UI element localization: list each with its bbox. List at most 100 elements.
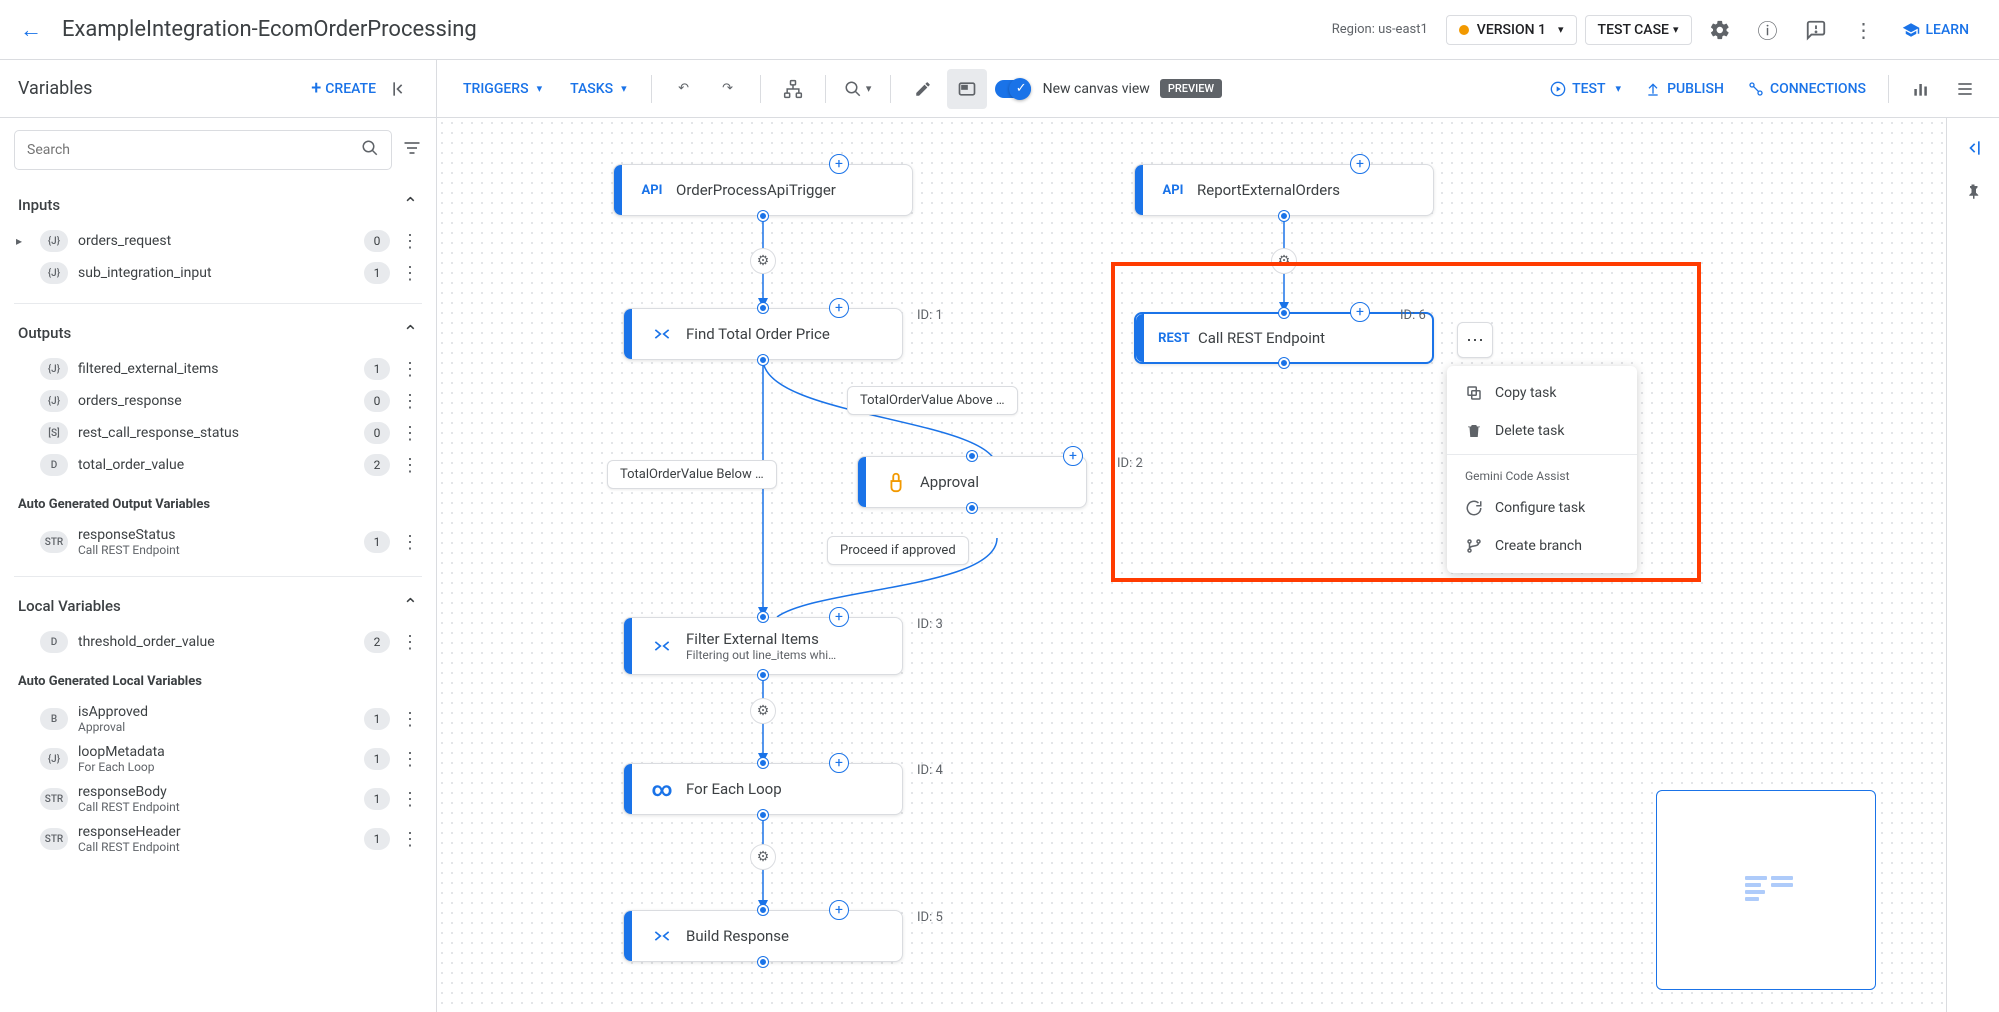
pin-icon[interactable] — [1953, 172, 1993, 212]
add-port-icon[interactable]: + — [1350, 154, 1370, 174]
more-icon[interactable]: ⋮ — [400, 359, 420, 380]
ctx-copy-task[interactable]: Copy task — [1447, 374, 1637, 412]
trigger-node-orderprocess[interactable]: API OrderProcessApiTrigger — [613, 164, 913, 216]
undo-icon[interactable]: ↶ — [664, 69, 704, 109]
variable-name: filtered_external_items — [78, 361, 354, 377]
back-button[interactable]: ← — [20, 17, 42, 43]
ctx-configure-task[interactable]: Configure task — [1447, 489, 1637, 527]
more-icon[interactable]: ⋮ — [400, 632, 420, 653]
edge-label-below[interactable]: TotalOrderValue Below … — [607, 460, 777, 489]
variable-item[interactable]: STRresponseBodyCall REST Endpoint1⋮ — [14, 779, 422, 819]
variable-item[interactable]: STRresponseStatusCall REST Endpoint1⋮ — [14, 522, 422, 562]
node-title: Filter External Items — [686, 630, 836, 648]
task-node-foreach[interactable]: ∞ For Each Loop — [623, 763, 903, 815]
locals-section-header[interactable]: Local Variables ⌃ — [14, 589, 422, 626]
task-node-filter[interactable]: Filter External Items Filtering out line… — [623, 617, 903, 675]
node-label: Build Response — [680, 927, 789, 945]
more-icon[interactable]: ⋮ — [400, 455, 420, 476]
add-port-icon[interactable]: + — [829, 154, 849, 174]
more-icon[interactable]: ⋮ — [400, 709, 420, 730]
more-icon[interactable]: ⋮ — [400, 423, 420, 444]
test-button[interactable]: TEST — [1540, 73, 1631, 105]
version-dropdown[interactable]: VERSION 1 — [1446, 15, 1577, 45]
triggers-dropdown[interactable]: TRIGGERS — [451, 73, 554, 105]
task-node-find-total[interactable]: Find Total Order Price — [623, 308, 903, 360]
gear-icon[interactable]: ⚙ — [750, 844, 776, 870]
node-more-button[interactable]: ⋯ — [1457, 322, 1493, 358]
chevron-up-icon[interactable]: ⌃ — [403, 595, 418, 616]
ctx-label: Delete task — [1495, 423, 1564, 439]
canvas-view-toggle[interactable] — [995, 80, 1031, 98]
gear-icon[interactable]: ⚙ — [750, 698, 776, 724]
logs-icon[interactable] — [1945, 69, 1985, 109]
ctx-delete-task[interactable]: Delete task — [1447, 412, 1637, 450]
more-icon[interactable]: ⋮ — [400, 789, 420, 810]
add-port-icon[interactable]: + — [1350, 302, 1370, 322]
edge-label-above[interactable]: TotalOrderValue Above … — [847, 386, 1018, 415]
tasks-dropdown[interactable]: TASKS — [558, 73, 639, 105]
variable-item[interactable]: {J}loopMetadataFor Each Loop1⋮ — [14, 739, 422, 779]
canvas[interactable]: API OrderProcessApiTrigger + ⚙ Find Tota… — [437, 118, 1947, 1012]
variable-item[interactable]: {J}sub_integration_input1⋮ — [14, 257, 422, 289]
more-icon[interactable]: ⋮ — [400, 231, 420, 252]
outputs-section-header[interactable]: Outputs ⌃ — [14, 316, 422, 353]
collapse-panel-icon[interactable] — [382, 71, 418, 107]
add-port-icon[interactable]: + — [829, 607, 849, 627]
ctx-label: Copy task — [1495, 385, 1557, 401]
testcase-dropdown[interactable]: TEST CASE — [1585, 15, 1692, 45]
usage-count-badge: 1 — [364, 828, 390, 850]
ctx-label: Configure task — [1495, 500, 1585, 516]
create-label: CREATE — [325, 81, 376, 97]
info-icon[interactable]: ⓘ — [1748, 10, 1788, 50]
node-label: Filter External Items Filtering out line… — [680, 630, 836, 662]
filter-icon[interactable] — [402, 138, 422, 163]
chevron-up-icon[interactable]: ⌃ — [403, 322, 418, 343]
canvas-view-icon[interactable] — [947, 69, 987, 109]
more-icon[interactable]: ⋮ — [400, 532, 420, 553]
add-port-icon[interactable]: + — [829, 298, 849, 318]
variable-item[interactable]: Dtotal_order_value2⋮ — [14, 449, 422, 481]
settings-icon[interactable] — [1700, 10, 1740, 50]
search-input-wrapper[interactable] — [14, 130, 392, 170]
publish-button[interactable]: PUBLISH — [1635, 73, 1734, 105]
minimap[interactable] — [1656, 790, 1876, 990]
learn-button[interactable]: LEARN — [1892, 15, 1980, 45]
expand-panel-icon[interactable] — [1953, 128, 1993, 168]
create-button[interactable]: +CREATE — [311, 78, 376, 99]
redo-icon[interactable]: ↷ — [708, 69, 748, 109]
more-icon[interactable]: ⋮ — [400, 749, 420, 770]
search-input[interactable] — [27, 142, 361, 158]
edge-label-proceed[interactable]: Proceed if approved — [827, 536, 969, 565]
layout-icon[interactable] — [773, 69, 813, 109]
zoom-icon[interactable] — [838, 69, 878, 109]
gear-icon[interactable]: ⚙ — [1271, 248, 1297, 274]
add-port-icon[interactable]: + — [829, 753, 849, 773]
more-icon[interactable]: ⋮ — [400, 829, 420, 850]
analytics-icon[interactable] — [1901, 69, 1941, 109]
edit-icon[interactable] — [903, 69, 943, 109]
ctx-create-branch[interactable]: Create branch — [1447, 527, 1637, 565]
task-node-build-response[interactable]: Build Response — [623, 910, 903, 962]
more-icon[interactable]: ⋮ — [400, 391, 420, 412]
variable-item[interactable]: Dthreshold_order_value2⋮ — [14, 626, 422, 658]
expand-arrow-icon[interactable]: ▸ — [16, 234, 30, 248]
variable-item[interactable]: [S]rest_call_response_status0⋮ — [14, 417, 422, 449]
task-node-approval[interactable]: Approval — [857, 456, 1087, 508]
variable-item[interactable]: {J}orders_response0⋮ — [14, 385, 422, 417]
add-port-icon[interactable]: + — [1063, 446, 1083, 466]
overflow-icon[interactable]: ⋮ — [1844, 10, 1884, 50]
feedback-icon[interactable] — [1796, 10, 1836, 50]
gear-icon[interactable]: ⚙ — [750, 248, 776, 274]
inputs-section-header[interactable]: Inputs ⌃ — [14, 188, 422, 225]
variable-item[interactable]: {J}filtered_external_items1⋮ — [14, 353, 422, 385]
chevron-up-icon[interactable]: ⌃ — [403, 194, 418, 215]
trigger-node-reportexternal[interactable]: API ReportExternalOrders — [1134, 164, 1434, 216]
more-icon[interactable]: ⋮ — [400, 263, 420, 284]
connections-button[interactable]: CONNECTIONS — [1738, 73, 1876, 105]
add-port-icon[interactable]: + — [829, 900, 849, 920]
variable-item[interactable]: BisApprovedApproval1⋮ — [14, 699, 422, 739]
variable-item[interactable]: STRresponseHeaderCall REST Endpoint1⋮ — [14, 819, 422, 859]
variable-source: Call REST Endpoint — [78, 840, 354, 854]
task-node-call-rest[interactable]: REST Call REST Endpoint — [1134, 312, 1434, 364]
variable-item[interactable]: ▸{J}orders_request0⋮ — [14, 225, 422, 257]
